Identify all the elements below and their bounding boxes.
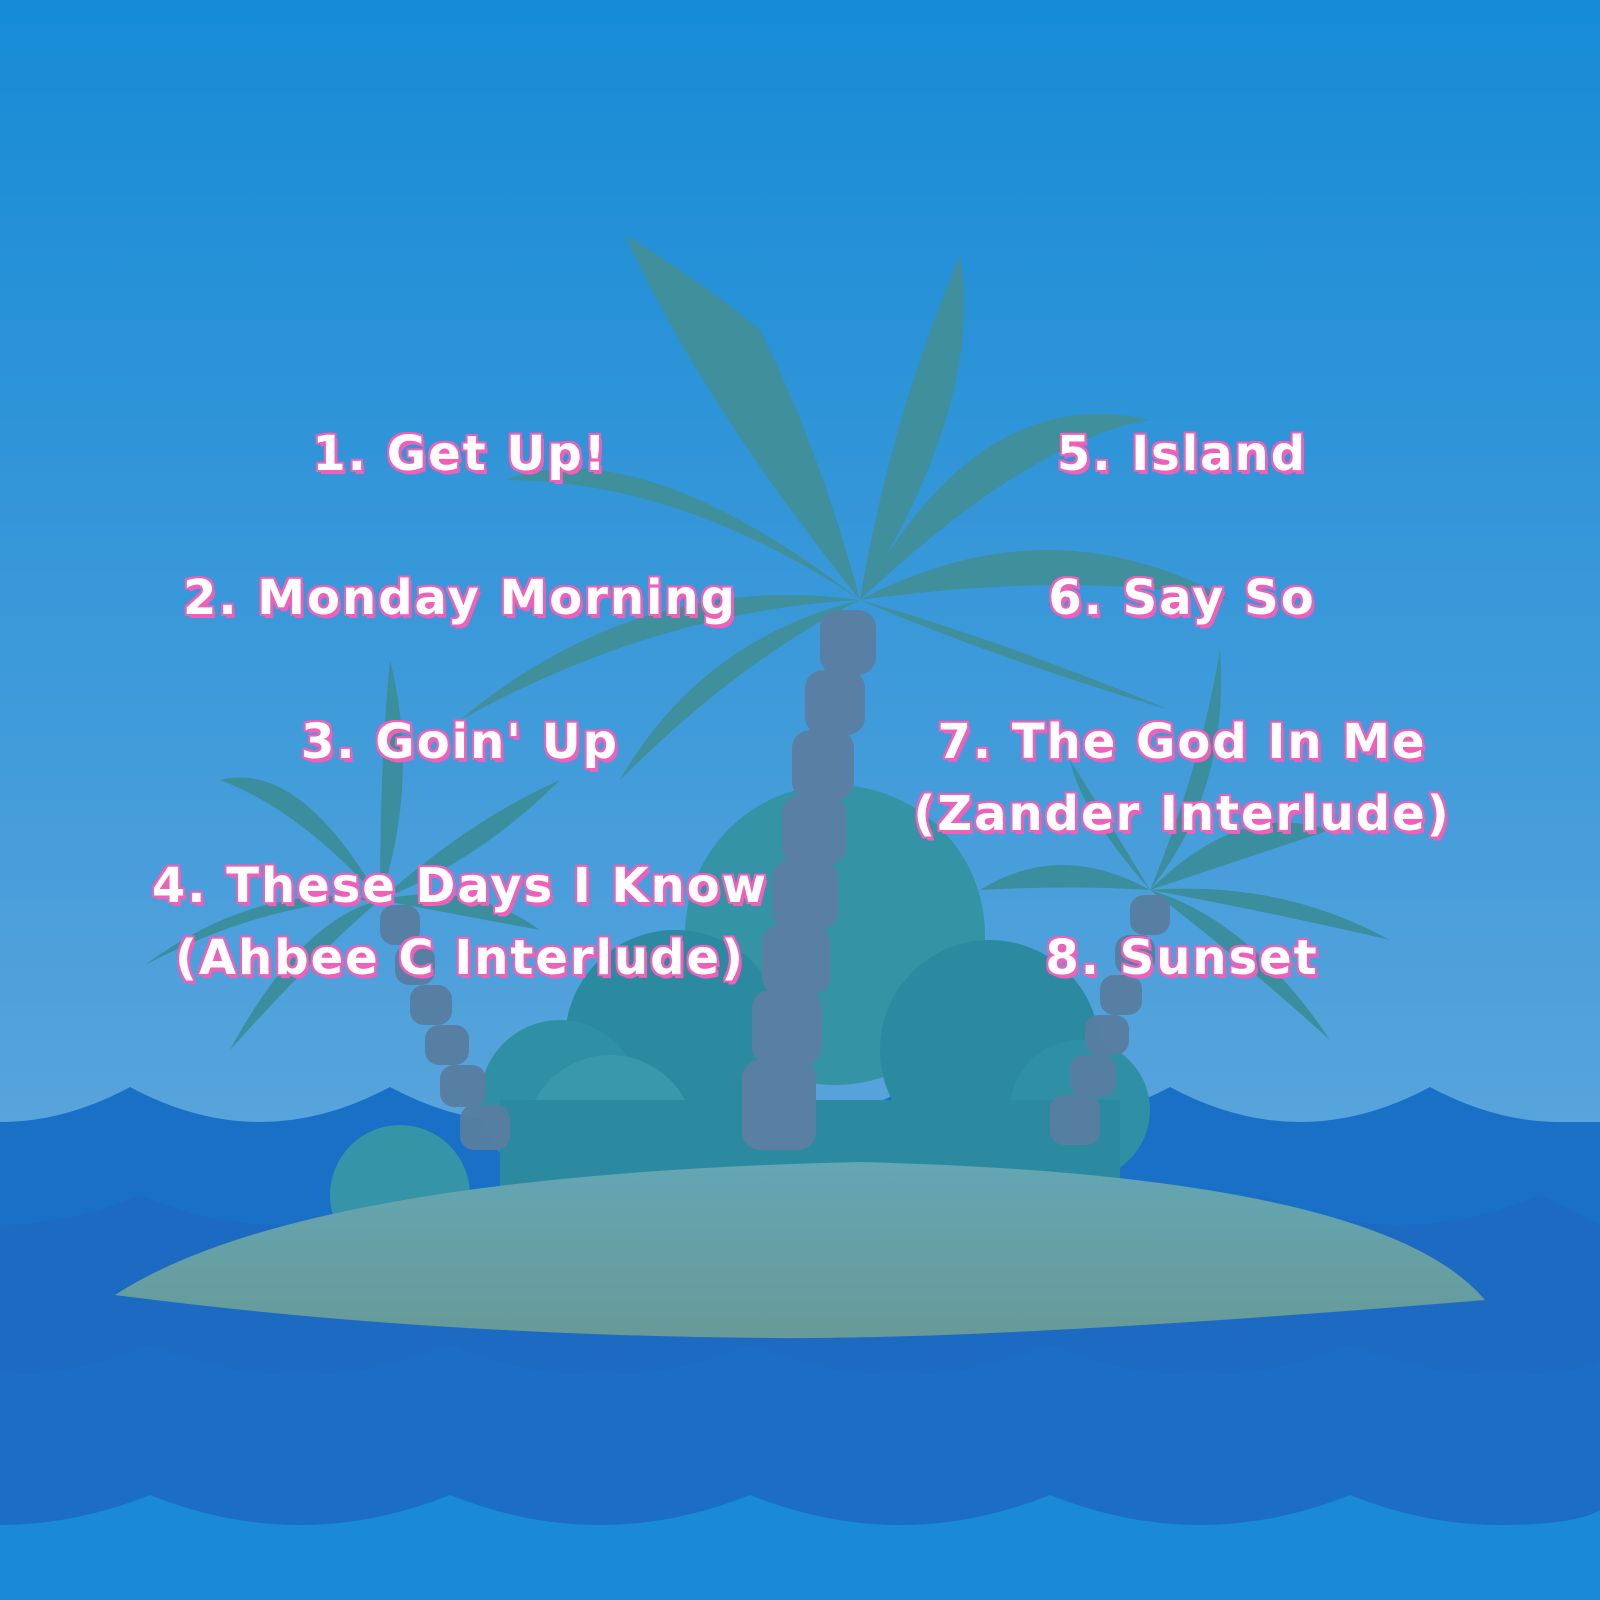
track-1: 1. Get Up!	[312, 426, 608, 482]
track-2: 2. Monday Morning	[182, 570, 738, 626]
track-3: 3. Goin' Up	[300, 714, 620, 770]
track-7: 7. The God In Me (Zander Interlude)	[913, 714, 1451, 842]
track-6: 6. Say So	[1048, 570, 1316, 626]
track-8: 8. Sunset	[1045, 930, 1319, 986]
track-4: 4. These Days I Know (Ahbee C Interlude)	[151, 858, 769, 986]
track-5: 5. Island	[1056, 426, 1308, 482]
